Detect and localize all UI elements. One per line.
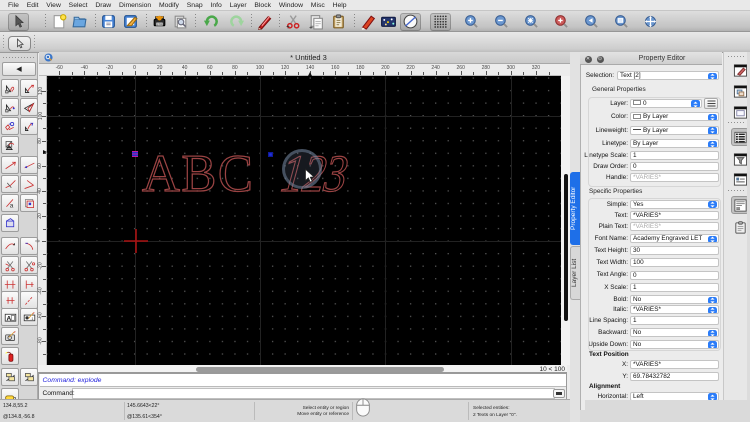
svg-text:a: a xyxy=(9,202,13,209)
svg-text:+: + xyxy=(286,24,290,30)
svg-text:+: + xyxy=(309,24,313,30)
svg-text:STR: STR xyxy=(156,22,162,26)
svg-text:A: A xyxy=(6,315,11,322)
